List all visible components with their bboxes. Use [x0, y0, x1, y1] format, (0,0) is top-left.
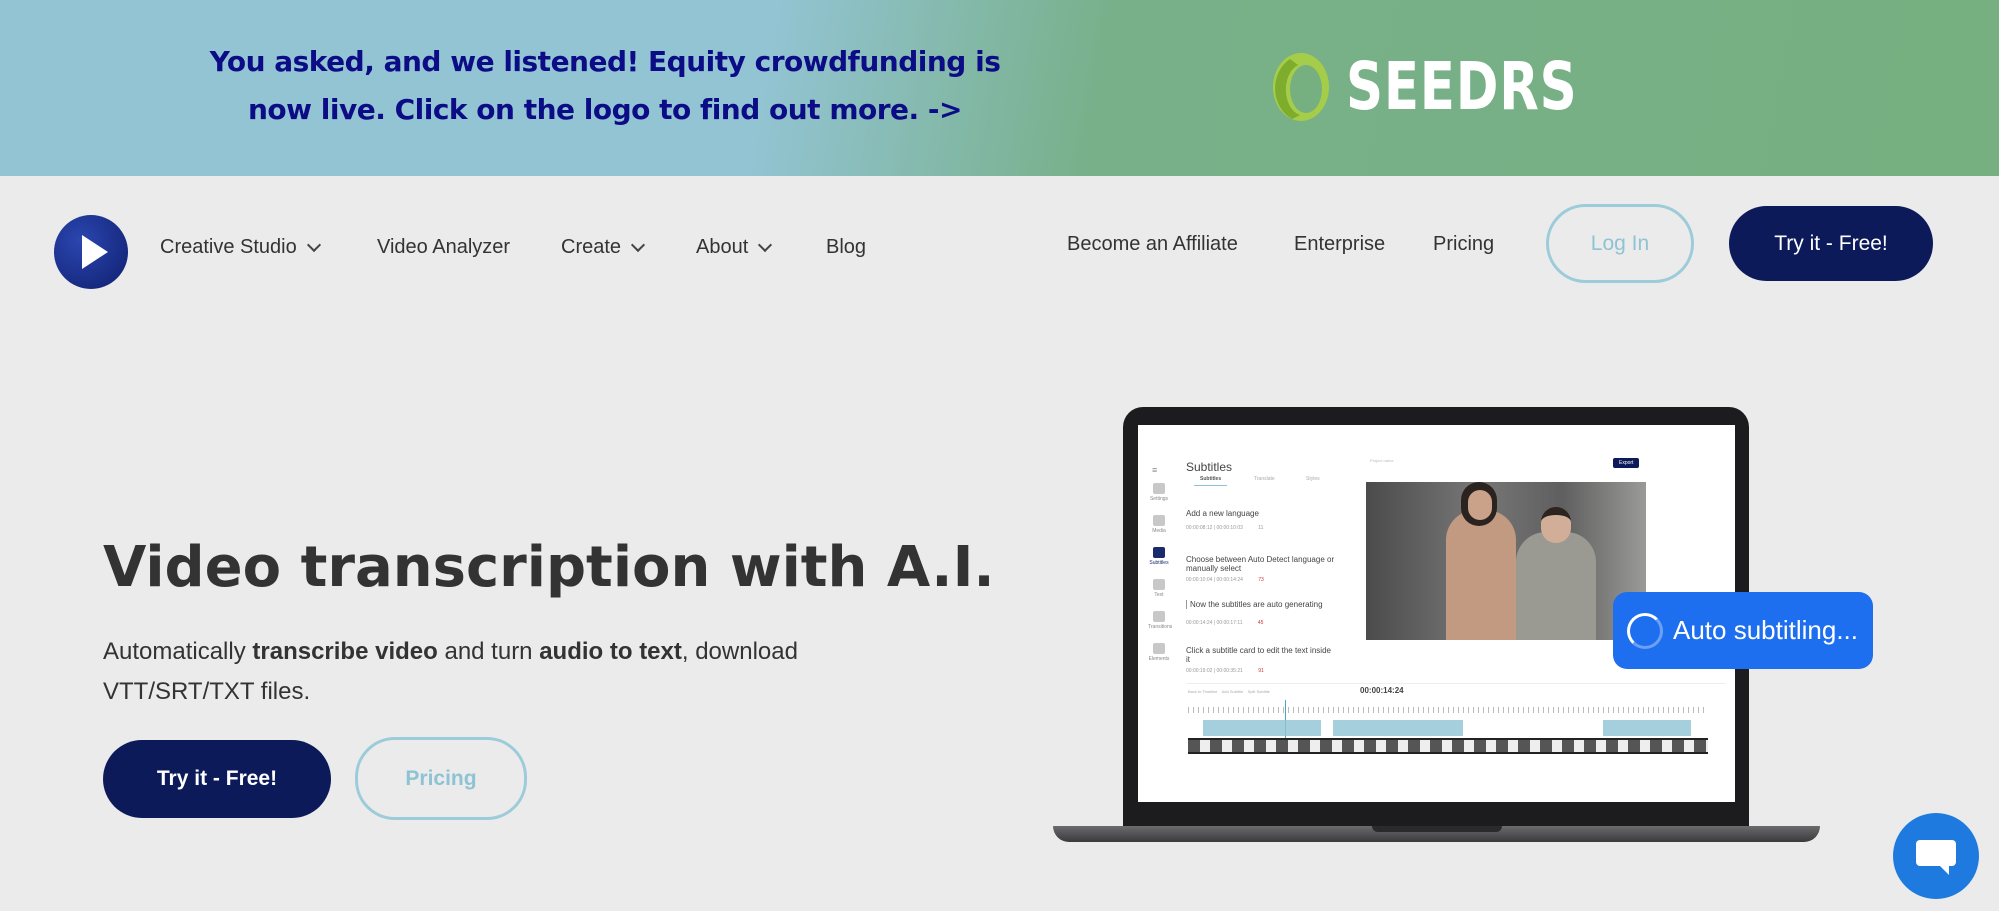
seedrs-banner[interactable]: You asked, and we listened! Equity crowd… [0, 0, 1999, 176]
subtitle-card: Click a subtitle card to edit the text i… [1186, 646, 1331, 664]
tab-subtitles: Subtitles [1194, 476, 1228, 486]
nav-enterprise[interactable]: Enterprise [1294, 233, 1385, 256]
seedrs-leaf-icon [1273, 52, 1329, 121]
card-times: 00:00:10:04 | 00:00:14:24 73 [1186, 577, 1264, 583]
timeline-ruler [1188, 707, 1708, 713]
side-media: Media [1148, 515, 1170, 534]
try-free-hero-button[interactable]: Try it - Free! [103, 740, 331, 818]
nav-blog[interactable]: Blog [826, 236, 866, 259]
laptop-notch [1372, 826, 1502, 832]
side-transitions: Transitions [1148, 611, 1172, 630]
hero-subtitle: Automatically transcribe video and turn … [103, 638, 798, 705]
chevron-down-icon [306, 237, 321, 253]
nav-create[interactable]: Create [561, 236, 646, 259]
spinner-icon [1627, 612, 1663, 649]
side-text: Text [1148, 579, 1170, 598]
nav-pricing[interactable]: Pricing [1433, 233, 1494, 256]
tab-styles: Styles [1306, 476, 1320, 482]
card-times: 00:00:19:02 | 00:00:35:21 91 [1186, 668, 1264, 674]
auto-subtitling-overlay: Auto subtitling... [1613, 592, 1873, 669]
subtitle-card: Now the subtitles are auto generating [1186, 600, 1336, 609]
side-subtitles: Subtitles [1148, 547, 1170, 566]
hero-title: Video transcription with A.I. [103, 535, 995, 600]
subtitle-clips [1203, 720, 1321, 736]
nav-affiliate[interactable]: Become an Affiliate [1067, 233, 1238, 256]
card-times: 00:00:08:12 | 00:00:10:03 11 [1186, 525, 1264, 531]
subtitle-card: Choose between Auto Detect language or m… [1186, 555, 1335, 573]
nav-about[interactable]: About [696, 236, 773, 259]
panel-title: Subtitles [1186, 460, 1233, 474]
export-button: Export [1613, 458, 1640, 468]
chat-button[interactable] [1893, 813, 1979, 899]
side-settings: Settings [1148, 483, 1170, 502]
chevron-down-icon [758, 237, 773, 253]
pricing-hero-button[interactable]: Pricing [355, 737, 527, 820]
nav-creative-studio[interactable]: Creative Studio [160, 236, 321, 259]
logo-play-icon[interactable] [54, 215, 128, 289]
timeline-toolbar: Back to Timeline Add Subtitle Split Subt… [1188, 689, 1270, 694]
project-name: Project name [1370, 458, 1394, 463]
video-preview [1366, 482, 1646, 640]
card-times: 00:00:14:24 | 00:00:17:11 45 [1186, 620, 1264, 626]
playhead-time: 00:00:14:24 [1360, 686, 1404, 695]
login-button[interactable]: Log In [1546, 204, 1694, 283]
video-track [1188, 738, 1708, 754]
try-free-nav-button[interactable]: Try it - Free! [1729, 206, 1933, 281]
banner-message: You asked, and we listened! Equity crowd… [209, 45, 1001, 126]
subtitle-card: Add a new language [1186, 509, 1259, 518]
side-elements: Elements [1148, 643, 1170, 662]
tab-translate: Translate [1254, 476, 1275, 482]
menu-icon: ≡ [1152, 465, 1158, 475]
nav-video-analyzer[interactable]: Video Analyzer [377, 236, 510, 259]
seedrs-logo[interactable]: SEEDRS [1270, 48, 1643, 125]
chevron-down-icon [630, 237, 646, 253]
